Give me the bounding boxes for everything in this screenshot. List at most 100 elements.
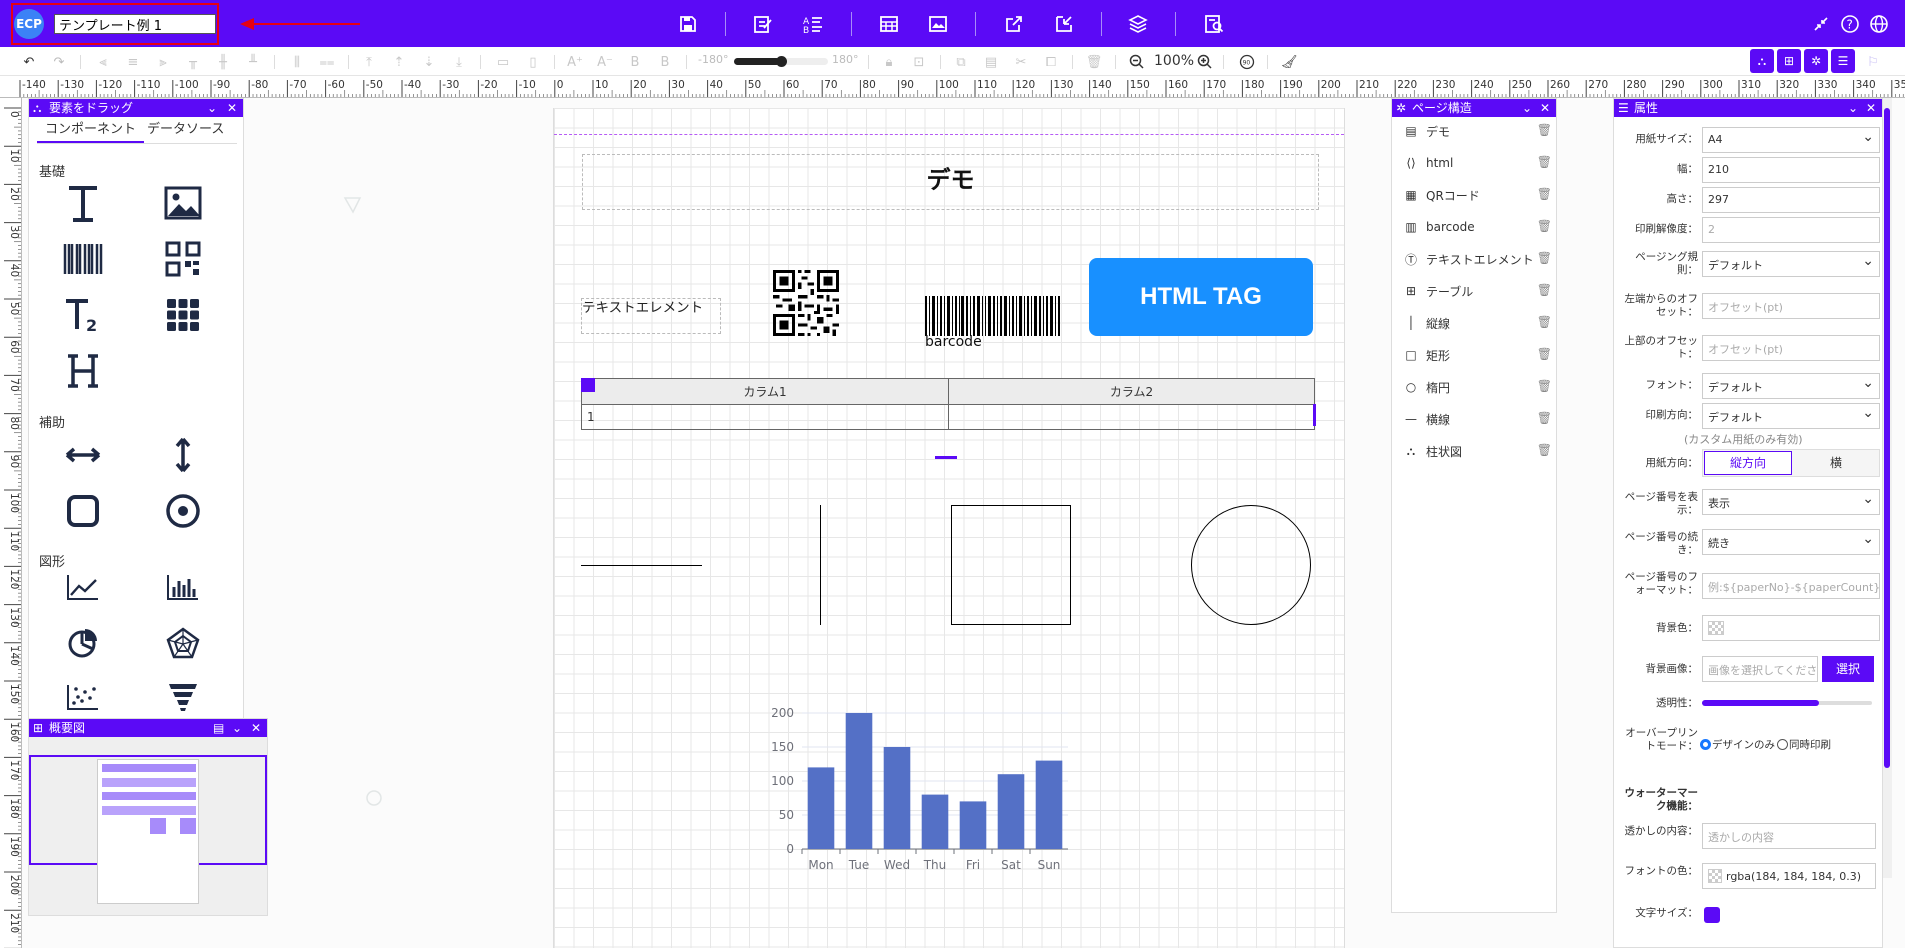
trash-icon[interactable]: 🗑︎ [1537,187,1552,201]
watermark-size-checkbox[interactable] [1704,907,1720,923]
barcode-element[interactable] [925,296,1063,336]
edit-icon[interactable] [750,11,776,37]
structure-item[interactable]: — 横線 🗑︎ [1402,409,1552,429]
structure-item[interactable]: ○ 楕円 🗑︎ [1402,377,1552,397]
bg-image-input[interactable]: 画像を選択してください [1702,656,1818,682]
unlock-icon[interactable]: ⊡ [910,53,928,71]
list-format-icon[interactable]: AB [800,11,826,37]
rotate-view-icon[interactable]: 90 [1238,53,1256,71]
align-center-icon[interactable]: ≡ [124,53,142,71]
structure-item[interactable]: ▦ QRコード 🗑︎ [1402,185,1552,205]
structure-item[interactable]: ▥ barcode 🗑︎ [1402,217,1552,237]
height-input[interactable]: 297 [1702,187,1880,213]
template-title-input[interactable] [54,14,216,34]
radio-design-only[interactable] [1700,739,1711,750]
help-icon[interactable]: ? [1837,11,1863,37]
trash-icon[interactable]: 🗑︎ [1537,123,1552,137]
barcode-element-icon[interactable] [57,235,109,283]
page-continue-select[interactable]: 続き [1702,529,1880,555]
import-icon[interactable] [1051,11,1077,37]
structure-item[interactable]: │ 縦線 🗑︎ [1402,313,1552,333]
layers-icon[interactable] [1125,11,1151,37]
offset-left-input[interactable]: オフセット(pt) [1702,293,1880,319]
paging-select[interactable]: デフォルト [1702,251,1880,277]
language-globe-icon[interactable] [1866,11,1892,37]
structure-item[interactable]: Ⓣ テキストエレメント 🗑︎ [1402,249,1552,269]
watermark-color-picker[interactable]: rgba(184, 184, 184, 0.3) [1702,863,1876,889]
panel-toggle-extra-icon[interactable]: ⚐ [1864,53,1882,71]
long-text-element-icon[interactable]: 2 [57,291,109,339]
paste-icon[interactable]: ▤ [982,53,1000,71]
table-element[interactable]: カラム1 カラム2 1 [581,378,1316,430]
lock-icon[interactable]: 🔒︎ [880,53,898,71]
trash-icon[interactable]: 🗑︎ [1537,283,1552,297]
text-element[interactable]: テキストエレメント [581,298,721,334]
trash-icon[interactable]: 🗑︎ [1537,379,1552,393]
page-number-select[interactable]: 表示 [1702,489,1880,515]
font-select[interactable]: デフォルト [1702,373,1880,399]
save-icon[interactable] [675,11,701,37]
collapse-icon[interactable] [1808,11,1834,37]
close-icon[interactable]: ✕ [1866,99,1876,117]
trash-icon[interactable]: 🗑︎ [1537,443,1552,457]
qrcode-element-icon[interactable] [157,235,209,283]
opacity-slider[interactable] [1702,700,1872,706]
export-icon[interactable] [1001,11,1027,37]
radio-simultaneous[interactable] [1777,739,1788,750]
radar-chart-icon[interactable] [157,619,209,667]
rectangle-element[interactable] [951,505,1071,625]
trash-icon[interactable]: 🗑︎ [1537,219,1552,233]
close-icon[interactable]: ✕ [1540,99,1550,117]
bold-icon[interactable]: B [626,53,644,71]
bg-color-picker[interactable] [1702,615,1880,641]
ellipse-element[interactable] [1191,505,1311,625]
zoom-out-icon[interactable] [1128,53,1146,71]
vertical-line-element[interactable] [820,505,821,625]
bar-chart-element[interactable]: 0 50 100 150 200 Mon Tue Wed Thu Fri Sat Sun [754,703,1084,883]
watermark-content-input[interactable]: 透かしの内容 [1702,823,1876,849]
structure-item[interactable]: ⟨⟩ html 🗑︎ [1402,153,1552,173]
scatter-chart-icon[interactable] [57,673,109,721]
page-format-input[interactable]: 例:${paperNo}-${paperCount}ページ [1702,573,1880,599]
orientation-landscape-button[interactable]: 横 [1793,451,1879,475]
bold-alt-icon[interactable]: B [656,53,674,71]
scrollbar-thumb[interactable] [1884,108,1890,768]
panel-icon[interactable]: ▯ [524,53,542,71]
image-view-icon[interactable] [925,11,951,37]
offset-top-input[interactable]: オフセット(pt) [1702,335,1880,361]
html-tag-element[interactable]: HTML TAG [1089,258,1313,336]
distribute-h-icon[interactable]: ⫼ [288,53,306,71]
vertical-line-icon[interactable] [157,431,209,479]
chevron-down-icon[interactable]: ⌄ [1522,99,1532,117]
copy-icon[interactable]: ⧉ [952,53,970,71]
paper-title[interactable]: デモ [582,154,1319,210]
clone-icon[interactable]: ⧠ [1042,53,1060,71]
bring-forward-icon[interactable]: ⇡ [390,53,408,71]
align-right-icon[interactable]: ⫸ [154,53,172,71]
design-paper[interactable]: デモ テキストエレメント barcode HTML TAG カラム1 カラム2 … [553,108,1345,948]
panel-toggle-drag-icon[interactable]: ⛬ [1750,49,1774,73]
funnel-chart-icon[interactable] [157,673,209,721]
structure-item[interactable]: ⊞ テーブル 🗑︎ [1402,281,1552,301]
distribute-v-icon[interactable]: ⩵ [318,53,336,71]
rect-select-icon[interactable]: ▭ [494,53,512,71]
align-left-icon[interactable]: ⫷ [94,53,112,71]
trash-icon[interactable]: 🗑︎ [1537,347,1552,361]
chevron-down-icon[interactable]: ⌄ [207,99,217,117]
table-bottom-handle[interactable] [935,456,957,459]
table-resize-handle[interactable] [1313,404,1316,426]
dpi-input[interactable]: 2 [1702,217,1880,243]
structure-item[interactable]: ⛬ 柱状図 🗑︎ [1402,441,1552,461]
font-size-down-icon[interactable]: A⁻ [596,53,614,71]
table-element-icon[interactable] [157,291,209,339]
structure-item[interactable]: □ 矩形 🗑︎ [1402,345,1552,365]
horizontal-line-element[interactable] [581,565,702,566]
zoom-in-icon[interactable] [1196,53,1214,71]
pie-chart-icon[interactable] [57,619,109,667]
chevron-down-icon[interactable]: ⌄ [1848,99,1858,117]
preview-icon[interactable] [1201,11,1227,37]
tab-datasource[interactable]: データソース [147,119,224,141]
text-element-icon[interactable] [57,179,109,227]
trash-icon[interactable]: 🗑︎ [1537,411,1552,425]
structure-item[interactable]: ▤ デモ 🗑︎ [1402,121,1552,141]
